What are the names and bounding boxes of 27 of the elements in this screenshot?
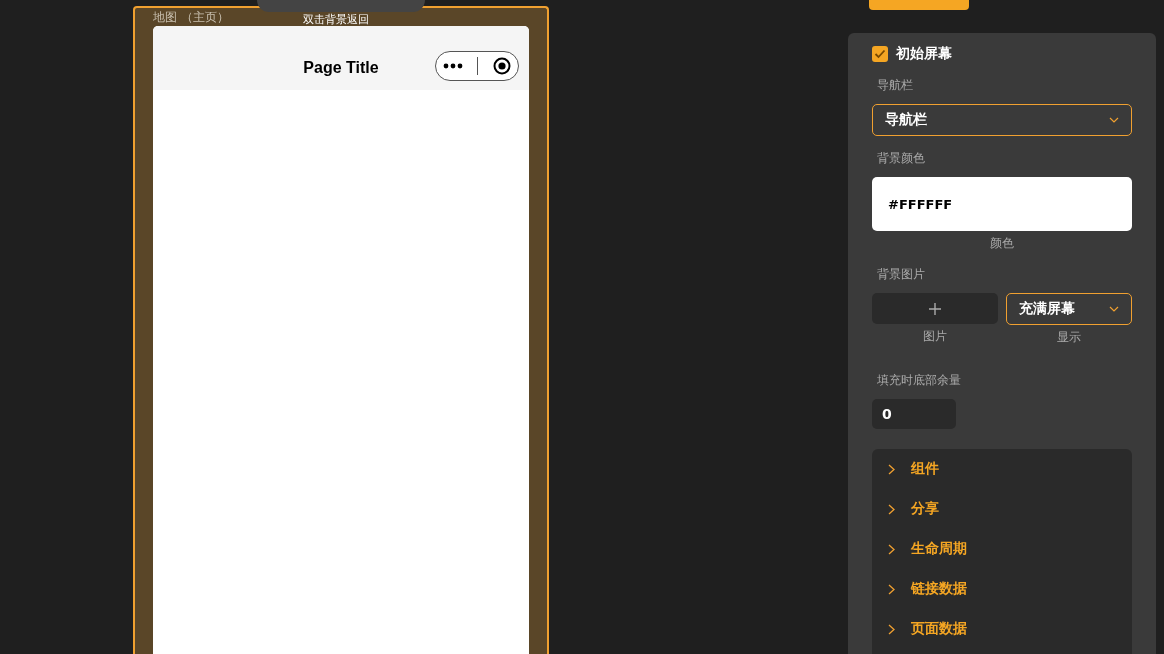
more-icon[interactable]: [443, 63, 464, 69]
checkbox-label: 初始屏幕: [896, 45, 952, 63]
number-field[interactable]: 0: [872, 399, 956, 429]
target-icon[interactable]: [492, 57, 511, 75]
field-caption: 颜色: [990, 235, 1014, 252]
section-header[interactable]: 分享: [872, 489, 1132, 529]
section-header[interactable]: 生命周期: [872, 529, 1132, 569]
color-field[interactable]: #FFFFFF: [872, 177, 1132, 231]
hint-text: 双击背景返回: [303, 13, 369, 26]
page-title: Page Title: [303, 59, 379, 77]
section-header[interactable]: 页面数据: [872, 609, 1132, 649]
section-header[interactable]: 组件: [872, 449, 1132, 489]
chevron-down-icon: [1109, 117, 1119, 123]
plus-icon: [928, 301, 942, 316]
chevron-down-icon: [1109, 306, 1119, 312]
capsule-button[interactable]: [435, 51, 519, 81]
checkbox[interactable]: [872, 46, 888, 62]
field-caption: 显示: [1057, 329, 1081, 346]
navbar-select[interactable]: 导航栏: [872, 104, 1132, 136]
field-label: 导航栏: [877, 77, 914, 94]
frame-label: 地图 （主页）: [153, 9, 229, 26]
field-caption: 图片: [923, 328, 947, 345]
section-header[interactable]: 链接数据: [872, 569, 1132, 609]
field-label: 填充时底部余量: [877, 372, 962, 389]
field-label: 背景图片: [877, 266, 926, 283]
field-label: 背景颜色: [877, 150, 926, 167]
display-select[interactable]: 充满屏幕: [1006, 293, 1132, 325]
